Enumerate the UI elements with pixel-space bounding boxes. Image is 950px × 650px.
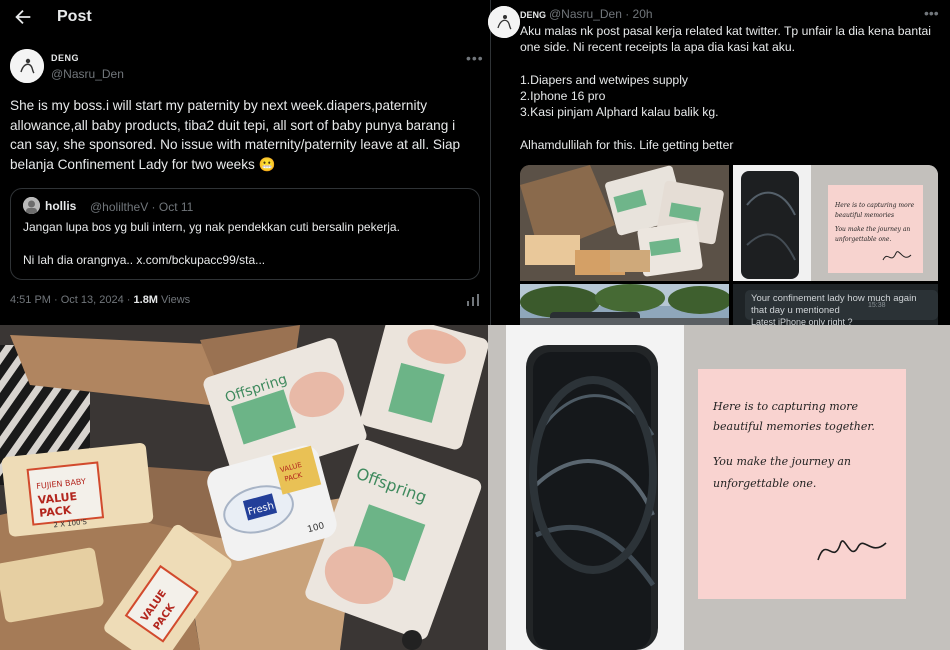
svg-text:Here is to capturing more: Here is to capturing more bbox=[834, 202, 915, 209]
post-header: Post bbox=[0, 0, 490, 36]
tweet-media-grid: Here is to capturing more beautiful memo… bbox=[520, 165, 938, 325]
analytics-icon[interactable] bbox=[465, 292, 481, 308]
quote-author-name: hollis bbox=[45, 199, 77, 213]
list-item: 1.Diapers and wetwipes supply bbox=[520, 72, 689, 87]
list-item: 3.Kasi pinjam Alphard kalau balik kg. bbox=[520, 105, 719, 120]
views-label: Views bbox=[157, 294, 191, 306]
tweet-paragraph: Alhamdullilah for this. Life getting bet… bbox=[520, 138, 734, 153]
chat-message: Your confinement lady how much again tha… bbox=[745, 290, 938, 320]
author-handle[interactable]: @Nasru_Den bbox=[51, 67, 124, 81]
more-options-icon[interactable]: ••• bbox=[924, 5, 939, 21]
media-thumbnail-car[interactable] bbox=[520, 284, 729, 325]
note-line: unforgettable one. bbox=[713, 477, 816, 490]
media-thumbnail-diapers[interactable] bbox=[520, 165, 729, 281]
tweet-text: Aku malas nk post pasal kerja related ka… bbox=[520, 23, 940, 170]
page-title: Post bbox=[57, 8, 92, 25]
post-text: She is my boss.i will start my paternity… bbox=[10, 98, 461, 172]
photo-diapers-box[interactable]: Offspring Offspring Fresh VALUE PACK 100 bbox=[0, 325, 488, 650]
post-timestamp[interactable]: 4:51 PM · Oct 13, 2024 · bbox=[10, 294, 134, 306]
quote-link-text: Ni lah dia orangnya.. x.com/bckupacc99/s… bbox=[23, 253, 266, 267]
post-detail-panel: Post DENG @Nasru_Den ••• She is my boss.… bbox=[0, 0, 490, 325]
list-item: 2.Iphone 16 pro bbox=[520, 89, 606, 104]
note-line: Here is to capturing more bbox=[712, 400, 859, 413]
views-count: 1.8M bbox=[133, 294, 158, 306]
more-options-icon[interactable]: ••• bbox=[466, 50, 484, 66]
post-metadata: 4:51 PM · Oct 13, 2024 · 1.8M Views bbox=[10, 294, 190, 306]
note-line: beautiful memories together. bbox=[713, 420, 875, 433]
timeline-tweet: DENG @Nasru_Den · 20h ••• Aku malas nk p… bbox=[488, 0, 950, 325]
media-thumbnail-chat[interactable]: Your confinement lady how much again tha… bbox=[733, 284, 938, 325]
quoted-post[interactable]: hollis @holiltheV · Oct 11 Jangan lupa b… bbox=[10, 188, 480, 280]
author-name[interactable]: DENG bbox=[51, 53, 79, 63]
author-name[interactable]: DENG bbox=[520, 10, 546, 20]
media-thumbnail-iphone[interactable]: Here is to capturing more beautiful memo… bbox=[733, 165, 938, 281]
quote-avatar bbox=[23, 197, 40, 214]
tweet-paragraph: Aku malas nk post pasal kerja related ka… bbox=[520, 24, 931, 55]
author-avatar[interactable] bbox=[488, 6, 520, 38]
quote-text: Jangan lupa bos yg buli intern, yg nak p… bbox=[23, 220, 400, 234]
chat-next-message: Latest iPhone only right ? bbox=[751, 317, 853, 325]
svg-text:beautiful memories: beautiful memories bbox=[835, 212, 894, 219]
author-handle-time[interactable]: @Nasru_Den · 20h bbox=[549, 7, 653, 21]
quote-author-handle: @holiltheV · Oct 11 bbox=[90, 200, 194, 214]
photo-iphone-note[interactable]: Here is to capturing more beautiful memo… bbox=[488, 325, 950, 650]
chat-time: 15:38 bbox=[868, 302, 886, 309]
svg-text:unforgettable one.: unforgettable one. bbox=[835, 236, 891, 243]
author-avatar[interactable] bbox=[10, 49, 44, 83]
svg-text:You make the journey an: You make the journey an bbox=[835, 226, 910, 233]
back-arrow-icon[interactable] bbox=[12, 6, 34, 28]
note-line: You make the journey an bbox=[713, 455, 851, 468]
